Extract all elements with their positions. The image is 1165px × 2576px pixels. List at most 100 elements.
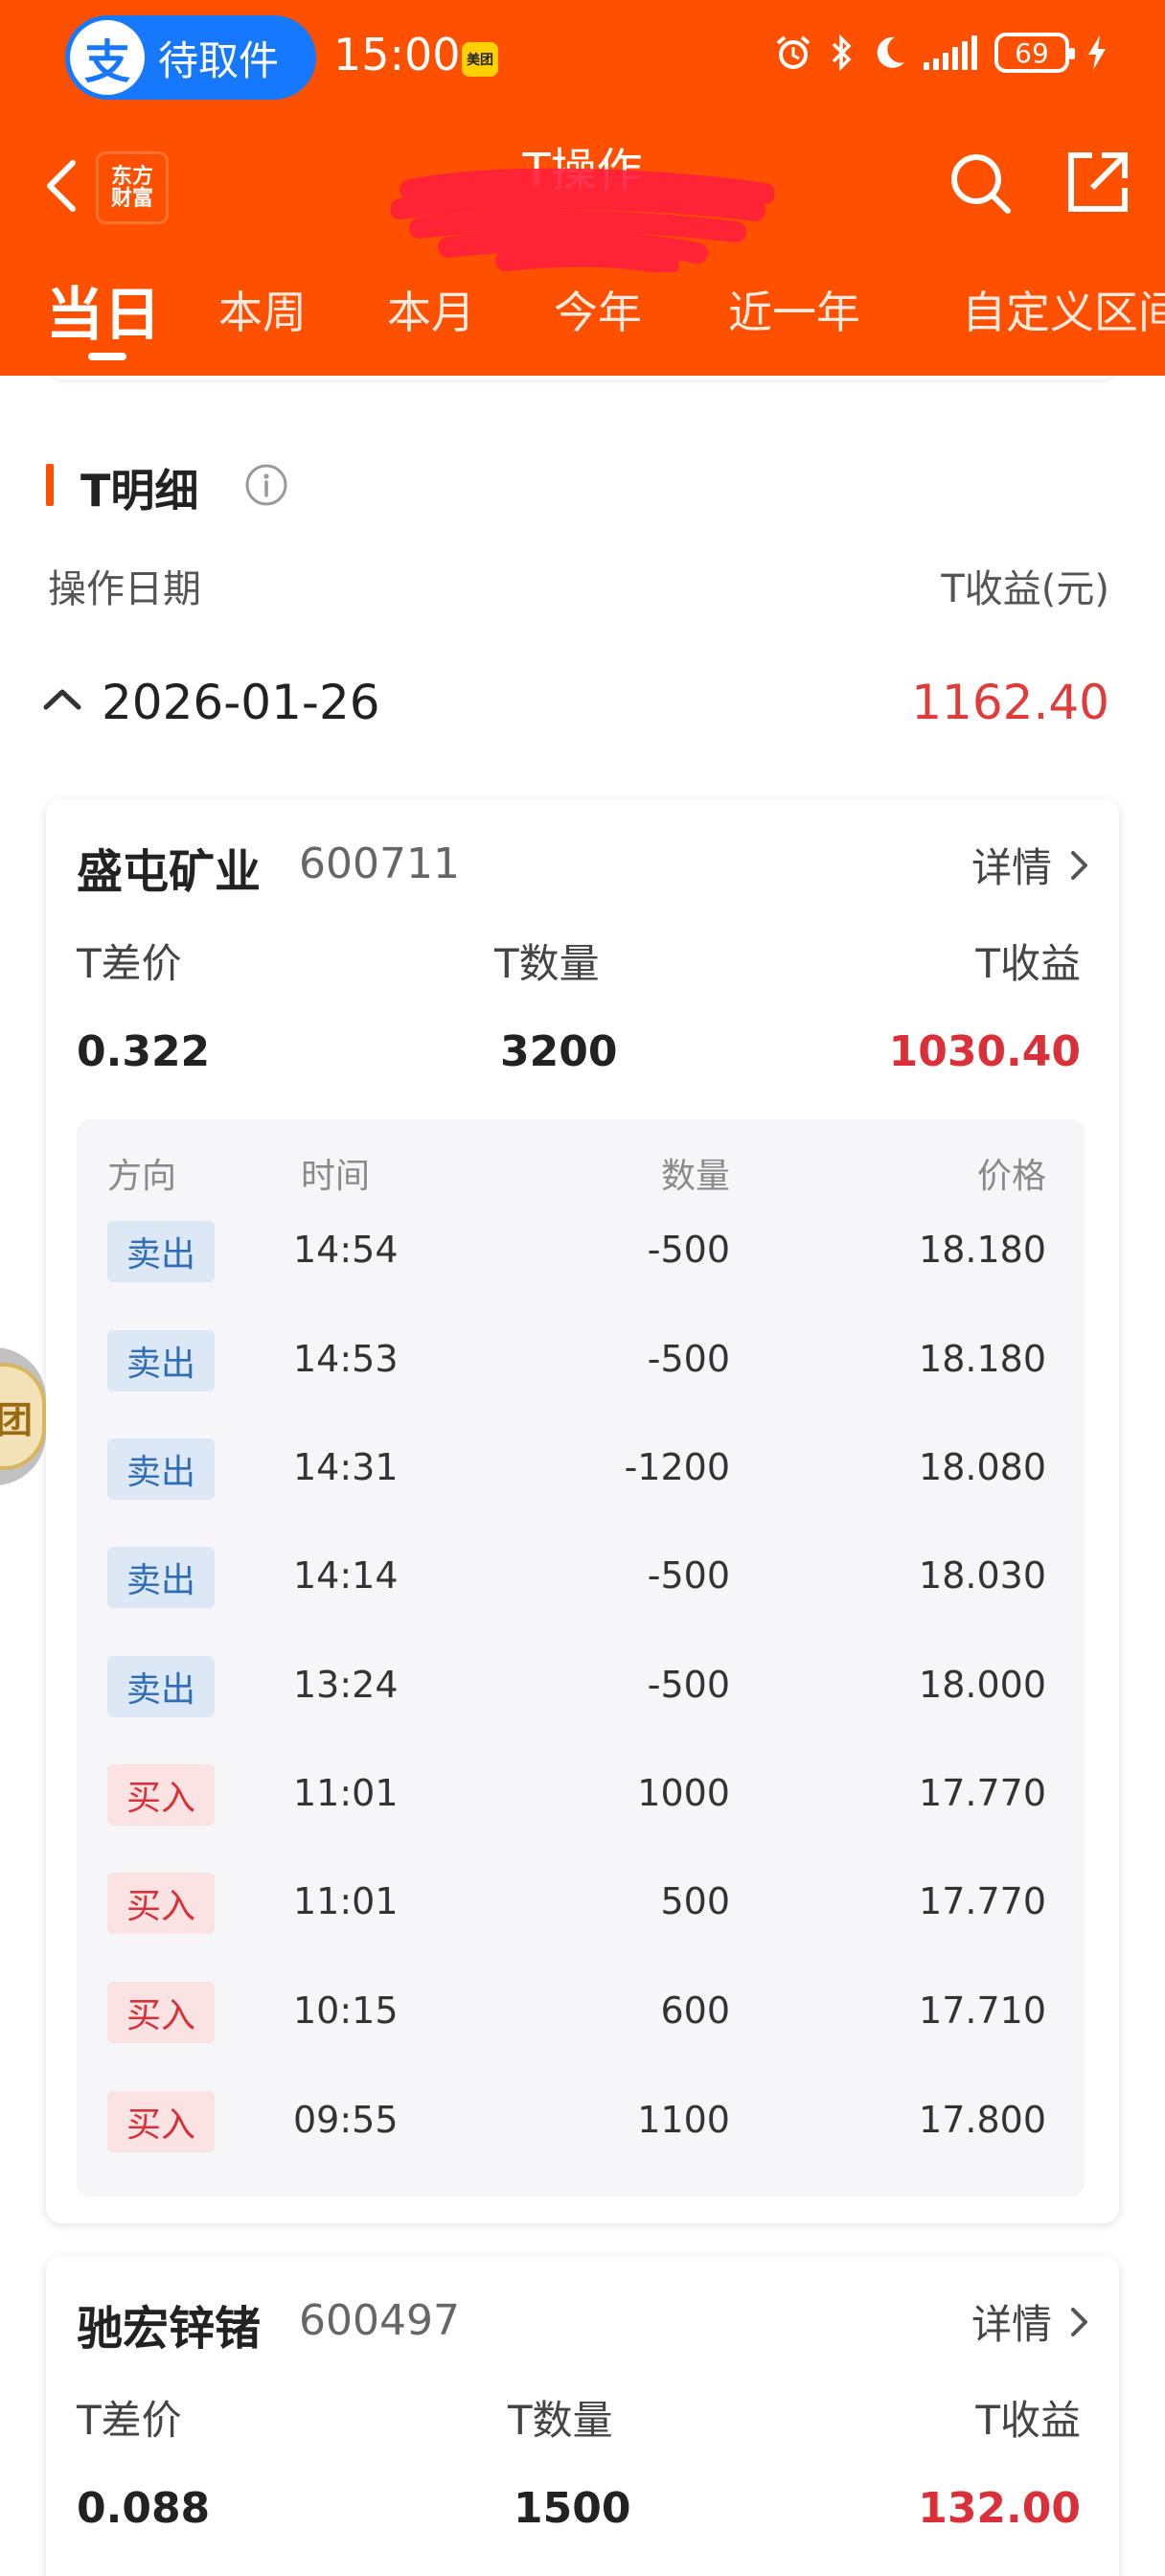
- table-row: 卖出 13:24 -500 18.000: [77, 1650, 1085, 1727]
- section-title: T明细: [80, 465, 199, 517]
- direction-tag: 买入: [107, 1873, 215, 1934]
- tab-today[interactable]: 当日: [46, 268, 161, 352]
- col-time-header: 时间: [301, 1157, 371, 1196]
- trade-time: 13:24: [293, 1664, 399, 1706]
- info-icon[interactable]: [243, 462, 289, 508]
- table-row: 买入 09:55 1100 17.800: [77, 2085, 1085, 2162]
- stock-code: 600711: [299, 840, 460, 888]
- bluetooth-icon: [832, 34, 852, 72]
- direction-tag: 买入: [107, 1764, 215, 1826]
- trade-quantity: -500: [647, 1554, 730, 1597]
- status-icons: 69: [774, 33, 1108, 73]
- chevron-right-icon: [1071, 2307, 1087, 2336]
- status-bar: 支 待取件 15:00 美团 69: [0, 0, 1165, 123]
- redaction-scribble: [391, 168, 774, 272]
- battery-level: 69: [1015, 36, 1049, 69]
- t-diff-label: T差价: [77, 940, 182, 987]
- operation-date-label: 操作日期: [48, 567, 201, 611]
- battery-icon: 69: [994, 33, 1075, 73]
- active-tab-indicator: [88, 353, 126, 360]
- trade-price: 17.710: [919, 1990, 1046, 2032]
- t-diff-value: 0.322: [77, 1027, 211, 1076]
- direction-tag: 卖出: [107, 1438, 215, 1500]
- col-quantity-header: 数量: [660, 1157, 730, 1196]
- trade-table: 方向 时间 数量 价格 卖出 14:54 -500 18.180 卖出 14:5…: [77, 1119, 1085, 2196]
- stock-name: 驰宏锌锗: [77, 2302, 262, 2356]
- tab-this-year[interactable]: 今年: [554, 278, 642, 341]
- chevron-right-icon: [1071, 850, 1087, 880]
- detail-label: 详情: [971, 2301, 1052, 2348]
- status-time: 15:00: [333, 29, 461, 80]
- group-profit: 1162.40: [911, 675, 1109, 730]
- trade-time: 14:31: [293, 1446, 399, 1488]
- stock-code: 600497: [299, 2296, 460, 2345]
- t-profit-label: T收益: [975, 940, 1081, 987]
- t-profit-value: 1030.40: [888, 1027, 1081, 1076]
- trade-time: 10:15: [293, 1990, 399, 2032]
- signal-icon: [924, 35, 977, 70]
- trade-quantity: 1000: [637, 1772, 730, 1814]
- tab-custom-range[interactable]: 自定义区间: [962, 278, 1165, 341]
- stock-name: 盛屯矿业: [77, 845, 262, 899]
- trade-price: 18.180: [919, 1338, 1046, 1380]
- t-qty-value: 1500: [514, 2484, 631, 2533]
- tab-last-year[interactable]: 近一年: [728, 278, 860, 341]
- table-row: 卖出 14:14 -500 18.030: [77, 1541, 1085, 1618]
- trade-quantity: -1200: [624, 1446, 730, 1488]
- trade-quantity: -500: [647, 1229, 730, 1271]
- tab-this-month[interactable]: 本月: [387, 278, 475, 341]
- trade-price: 18.080: [919, 1446, 1046, 1488]
- t-profit-label: T收益(元): [941, 567, 1109, 611]
- t-qty-value: 3200: [500, 1027, 618, 1076]
- stock-card: 盛屯矿业 600711 详情 T差价 T数量 T收益 0.322 3200 10…: [46, 799, 1119, 2223]
- trade-quantity: -500: [647, 1664, 730, 1706]
- table-row: 卖出 14:54 -500 18.180: [77, 1215, 1085, 1292]
- alipay-pickup-pill[interactable]: 支 待取件: [65, 15, 316, 100]
- col-price-header: 价格: [976, 1157, 1046, 1196]
- trade-quantity: -500: [647, 1338, 730, 1380]
- detail-link[interactable]: 详情: [971, 2292, 1090, 2351]
- trade-quantity: 1100: [637, 2099, 730, 2141]
- direction-tag: 卖出: [107, 1330, 215, 1392]
- t-qty-label: T数量: [494, 940, 600, 987]
- trade-time: 14:14: [293, 1554, 399, 1597]
- trade-time: 11:01: [293, 1772, 399, 1814]
- trade-time: 11:01: [293, 1880, 399, 1922]
- t-diff-label: T差价: [77, 2397, 182, 2444]
- trade-price: 18.030: [919, 1554, 1046, 1597]
- alarm-icon: [776, 35, 811, 69]
- trade-price: 18.000: [919, 1664, 1046, 1706]
- moon-icon: [877, 36, 904, 68]
- charging-icon: [1088, 35, 1106, 70]
- trade-price: 17.770: [919, 1772, 1046, 1814]
- tab-this-week[interactable]: 本周: [218, 278, 307, 341]
- period-tabs: 当日 本周 本月 今年 近一年 自定义区间: [0, 268, 1165, 364]
- alipay-pill-label: 待取件: [158, 36, 280, 84]
- direction-tag: 卖出: [107, 1656, 215, 1717]
- table-row: 卖出 14:53 -500 18.180: [77, 1324, 1085, 1401]
- table-row: 买入 10:15 600 17.710: [77, 1976, 1085, 2053]
- share-icon[interactable]: [1063, 150, 1131, 217]
- meituan-notification-icon: 美团: [462, 42, 498, 77]
- content-area[interactable]: T明细 操作日期 T收益(元) 2026-01-26 1162.40 盛屯矿业 …: [0, 376, 1165, 2576]
- trade-quantity: 600: [660, 1990, 730, 2032]
- alipay-icon: 支: [70, 20, 145, 95]
- t-diff-value: 0.088: [77, 2484, 211, 2533]
- trade-time: 09:55: [293, 2099, 399, 2141]
- group-date[interactable]: 2026-01-26: [102, 675, 380, 730]
- search-icon[interactable]: [947, 150, 1016, 218]
- table-row: 买入 11:01 500 17.770: [77, 1867, 1085, 1944]
- trade-time: 14:54: [293, 1229, 399, 1271]
- trade-time: 14:53: [293, 1338, 399, 1380]
- direction-tag: 买入: [107, 2091, 215, 2152]
- trade-quantity: 500: [660, 1880, 730, 1922]
- direction-tag: 卖出: [107, 1547, 215, 1608]
- t-qty-label: T数量: [508, 2397, 613, 2444]
- stock-card: 驰宏锌锗 600497 详情 T差价 T数量 T收益 0.088 1500 13…: [46, 2256, 1119, 2576]
- previous-card-edge: [46, 376, 1119, 380]
- direction-tag: 买入: [107, 1982, 215, 2043]
- trade-price: 18.180: [919, 1229, 1046, 1271]
- table-row: 买入 11:01 1000 17.770: [77, 1759, 1085, 1835]
- collapse-chevron-icon[interactable]: [42, 684, 82, 713]
- detail-link[interactable]: 详情: [971, 836, 1090, 894]
